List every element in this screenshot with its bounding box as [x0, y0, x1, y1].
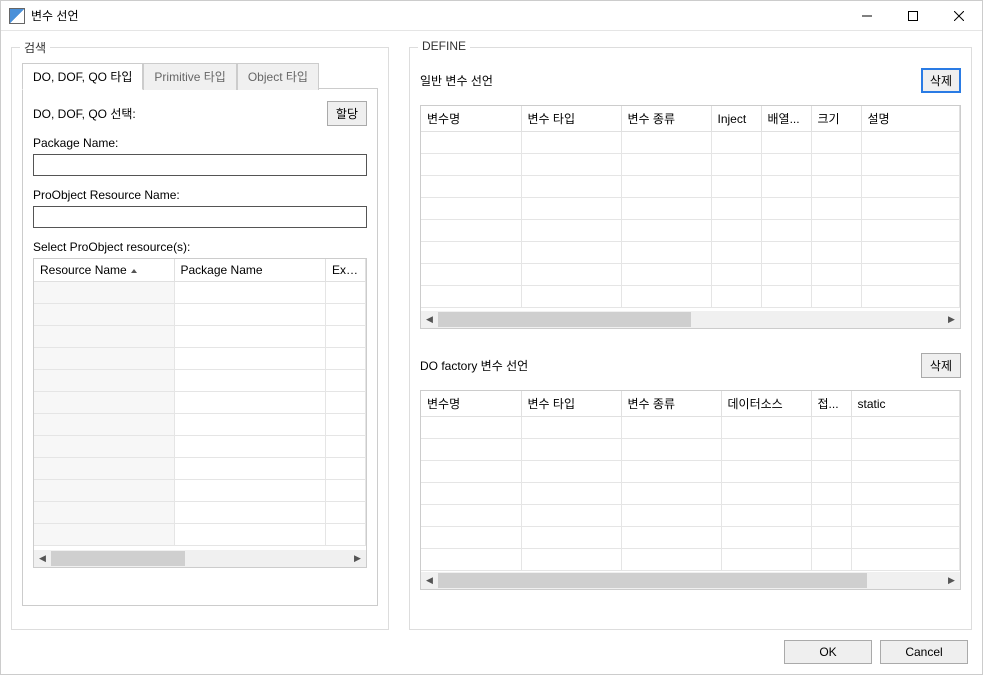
scroll-right-icon[interactable]: ▶ [943, 572, 960, 589]
general-var-table[interactable]: 변수명 변수 타입 변수 종류 Inject 배열... 크기 설명 [420, 105, 961, 329]
assign-button[interactable]: 할당 [327, 101, 367, 126]
define-group-title: DEFINE [418, 39, 470, 53]
col-resource-name[interactable]: Resource Name [34, 259, 174, 282]
resource-label: ProObject Resource Name: [33, 188, 367, 202]
resource-table-caption: Select ProObject resource(s): [33, 240, 367, 254]
tab-primitive[interactable]: Primitive 타입 [143, 63, 236, 90]
search-tabs: DO, DOF, QO 타입 Primitive 타입 Object 타입 [22, 62, 378, 89]
fcol-static[interactable]: static [851, 391, 960, 417]
scroll-right-icon[interactable]: ▶ [349, 550, 366, 567]
select-label: DO, DOF, QO 선택: [33, 105, 136, 122]
factory-table-hscroll[interactable]: ◀ ▶ [421, 572, 960, 589]
fcol-name[interactable]: 변수명 [421, 391, 521, 417]
footer: OK Cancel [1, 630, 982, 674]
gcol-inject[interactable]: Inject [711, 106, 761, 132]
scroll-left-icon[interactable]: ◀ [421, 572, 438, 589]
factory-var-title: DO factory 변수 선언 [420, 357, 528, 374]
app-icon [9, 8, 25, 24]
package-name-input[interactable] [33, 154, 367, 176]
delete-general-button[interactable]: 삭제 [921, 68, 961, 93]
general-var-title: 일반 변수 선언 [420, 72, 493, 89]
col-exter[interactable]: Exter [326, 259, 366, 282]
gcol-type[interactable]: 변수 타입 [521, 106, 621, 132]
general-table-hscroll[interactable]: ◀ ▶ [421, 311, 960, 328]
gcol-array[interactable]: 배열... [761, 106, 811, 132]
cancel-button[interactable]: Cancel [880, 640, 968, 664]
resource-table[interactable]: Resource Name Package Name Exter [33, 258, 367, 568]
fcol-access[interactable]: 접... [811, 391, 851, 417]
tab-body: DO, DOF, QO 선택: 할당 Package Name: ProObje… [22, 88, 378, 606]
gcol-kind[interactable]: 변수 종류 [621, 106, 711, 132]
maximize-button[interactable] [890, 1, 936, 31]
gcol-desc[interactable]: 설명 [861, 106, 960, 132]
fcol-type[interactable]: 변수 타입 [521, 391, 621, 417]
titlebar: 변수 선언 [1, 1, 982, 31]
resource-name-input[interactable] [33, 206, 367, 228]
gcol-size[interactable]: 크기 [811, 106, 861, 132]
window-title: 변수 선언 [31, 7, 844, 24]
search-group-title: 검색 [20, 39, 50, 56]
tab-do-dof-qo[interactable]: DO, DOF, QO 타입 [22, 63, 143, 90]
gcol-name[interactable]: 변수명 [421, 106, 521, 132]
resource-table-hscroll[interactable]: ◀ ▶ [34, 550, 366, 567]
define-groupbox: DEFINE 일반 변수 선언 삭제 변수명 변수 타입 변수 종류 Injec… [409, 47, 972, 630]
scroll-left-icon[interactable]: ◀ [421, 311, 438, 328]
scroll-right-icon[interactable]: ▶ [943, 311, 960, 328]
ok-button[interactable]: OK [784, 640, 872, 664]
fcol-kind[interactable]: 변수 종류 [621, 391, 721, 417]
col-package-name[interactable]: Package Name [174, 259, 326, 282]
scroll-left-icon[interactable]: ◀ [34, 550, 51, 567]
package-label: Package Name: [33, 136, 367, 150]
minimize-button[interactable] [844, 1, 890, 31]
close-button[interactable] [936, 1, 982, 31]
fcol-datasource[interactable]: 데이터소스 [721, 391, 811, 417]
delete-factory-button[interactable]: 삭제 [921, 353, 961, 378]
search-groupbox: 검색 DO, DOF, QO 타입 Primitive 타입 Object 타입… [11, 47, 389, 630]
tab-object[interactable]: Object 타입 [237, 63, 319, 90]
factory-var-table[interactable]: 변수명 변수 타입 변수 종류 데이터소스 접... static [420, 390, 961, 590]
